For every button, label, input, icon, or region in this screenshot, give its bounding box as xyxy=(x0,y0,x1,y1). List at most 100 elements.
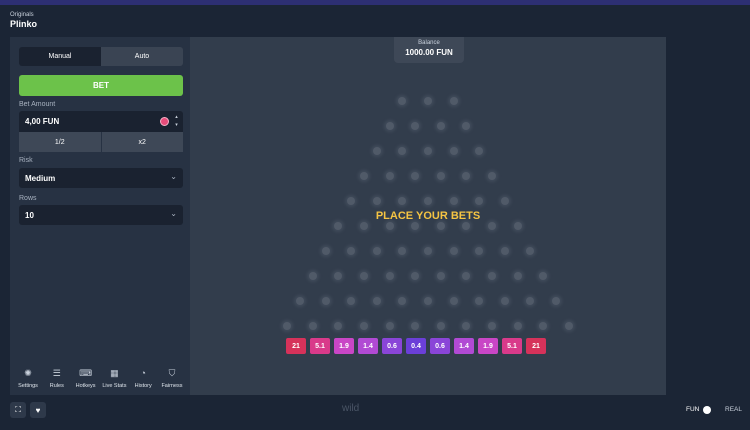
top-bar xyxy=(0,0,750,5)
tab-auto[interactable]: Auto xyxy=(101,47,183,66)
peg xyxy=(360,272,368,280)
double-bet-button[interactable]: x2 xyxy=(101,132,183,152)
rules-icon: ☰ xyxy=(52,367,61,378)
hotkeys-button[interactable]: ⌨ Hotkeys xyxy=(72,367,100,390)
multiplier-slot: 0.4 xyxy=(406,338,426,354)
peg xyxy=(372,197,381,205)
risk-value: Medium xyxy=(25,174,56,183)
peg xyxy=(385,122,394,130)
rules-button[interactable]: ☰ Rules xyxy=(43,367,71,390)
history-icon: ◔ xyxy=(140,368,146,378)
game-title: Plinko xyxy=(10,19,38,29)
peg xyxy=(488,322,496,330)
peg xyxy=(500,297,509,305)
half-bet-button[interactable]: 1/2 xyxy=(19,132,101,152)
heart-icon: ♥ xyxy=(35,405,41,415)
settings-label: Settings xyxy=(18,383,38,389)
fairness-label: Fairness xyxy=(161,383,183,389)
section-label: Originals xyxy=(10,12,34,18)
place-bets-message: PLACE YOUR BETS xyxy=(375,210,481,222)
peg xyxy=(436,122,445,130)
peg xyxy=(296,297,304,305)
multiplier-slot: 5.1 xyxy=(310,338,330,354)
chevron-down-icon: ⌄ xyxy=(170,172,177,181)
peg xyxy=(500,247,509,255)
settings-button[interactable]: ✺ Settings xyxy=(14,367,42,390)
rows-value: 10 xyxy=(25,211,34,220)
peg xyxy=(308,322,317,330)
amount-stepper[interactable]: ▴ ▾ xyxy=(174,115,179,128)
peg xyxy=(283,322,292,330)
peg xyxy=(462,272,471,280)
peg xyxy=(372,297,381,305)
peg xyxy=(500,197,509,205)
rows-select[interactable]: 10 ⌄ xyxy=(19,205,183,225)
peg xyxy=(475,147,484,155)
peg xyxy=(462,172,471,180)
multiplier-slot: 1.9 xyxy=(334,338,354,354)
bet-button[interactable]: BET xyxy=(19,75,183,96)
wild-logo: wild xyxy=(342,403,360,414)
peg xyxy=(488,172,496,180)
live-stats-label: Live Stats xyxy=(102,383,127,389)
bottom-bar: ⛶ ♥ wild FUN REAL xyxy=(0,398,750,430)
peg xyxy=(436,272,445,280)
multiplier-slot: 1.4 xyxy=(454,338,474,354)
peg xyxy=(475,197,484,205)
currency-coin-icon xyxy=(160,117,169,126)
peg xyxy=(449,197,458,205)
bet-modifiers: 1/2 x2 xyxy=(19,132,183,152)
bet-amount-input[interactable]: 4,00 FUN ▴ ▾ xyxy=(19,111,183,132)
peg xyxy=(334,322,343,330)
peg xyxy=(360,322,368,330)
peg xyxy=(488,272,496,280)
increase-icon[interactable]: ▴ xyxy=(175,115,178,120)
real-mode-label[interactable]: REAL xyxy=(725,406,742,413)
peg xyxy=(334,272,343,280)
peg xyxy=(564,322,573,330)
fairness-button[interactable]: ⛉ Fairness xyxy=(158,367,186,390)
live-stats-icon: ▦ xyxy=(110,367,119,378)
rows-label: Rows xyxy=(19,195,37,202)
fullscreen-button[interactable]: ⛶ xyxy=(10,402,26,418)
panel-footer-menu: ✺ Settings ☰ Rules ⌨ Hotkeys ▦ Live Stat… xyxy=(14,367,186,390)
peg xyxy=(539,322,548,330)
peg xyxy=(462,222,471,230)
decrease-icon[interactable]: ▾ xyxy=(175,123,178,128)
peg xyxy=(539,272,548,280)
risk-select[interactable]: Medium ⌄ xyxy=(19,168,183,188)
risk-label: Risk xyxy=(19,157,33,164)
live-stats-button[interactable]: ▦ Live Stats xyxy=(100,367,128,390)
peg xyxy=(462,322,471,330)
peg xyxy=(526,297,535,305)
peg xyxy=(526,247,535,255)
peg xyxy=(360,222,368,230)
peg xyxy=(424,247,432,255)
history-label: History xyxy=(134,383,152,389)
peg xyxy=(334,222,343,230)
multiplier-slot: 0.6 xyxy=(430,338,450,354)
peg xyxy=(513,222,522,230)
balance-box: Balance 1000.00 FUN xyxy=(394,37,464,63)
multiplier-slot: 21 xyxy=(526,338,546,354)
peg xyxy=(411,222,420,230)
favorite-button[interactable]: ♥ xyxy=(30,402,46,418)
balance-label: Balance xyxy=(418,40,440,46)
balance-value: 1000.00 FUN xyxy=(405,48,453,57)
multiplier-row: 21 5.1 1.9 1.4 0.6 0.4 0.6 1.4 1.9 5.1 21 xyxy=(286,338,546,354)
peg xyxy=(398,297,407,305)
peg xyxy=(398,147,407,155)
peg xyxy=(372,247,381,255)
peg xyxy=(475,247,484,255)
peg xyxy=(424,97,432,105)
history-button[interactable]: ◔ History xyxy=(129,367,157,389)
hotkeys-label: Hotkeys xyxy=(75,383,96,389)
multiplier-slot: 5.1 xyxy=(502,338,522,354)
mode-toggle[interactable] xyxy=(703,406,711,414)
tab-manual[interactable]: Manual xyxy=(19,47,101,66)
fun-mode-label[interactable]: FUN xyxy=(686,406,699,413)
peg xyxy=(513,322,522,330)
peg xyxy=(411,172,420,180)
peg xyxy=(449,97,458,105)
mode-tabs: Manual Auto xyxy=(19,47,183,66)
